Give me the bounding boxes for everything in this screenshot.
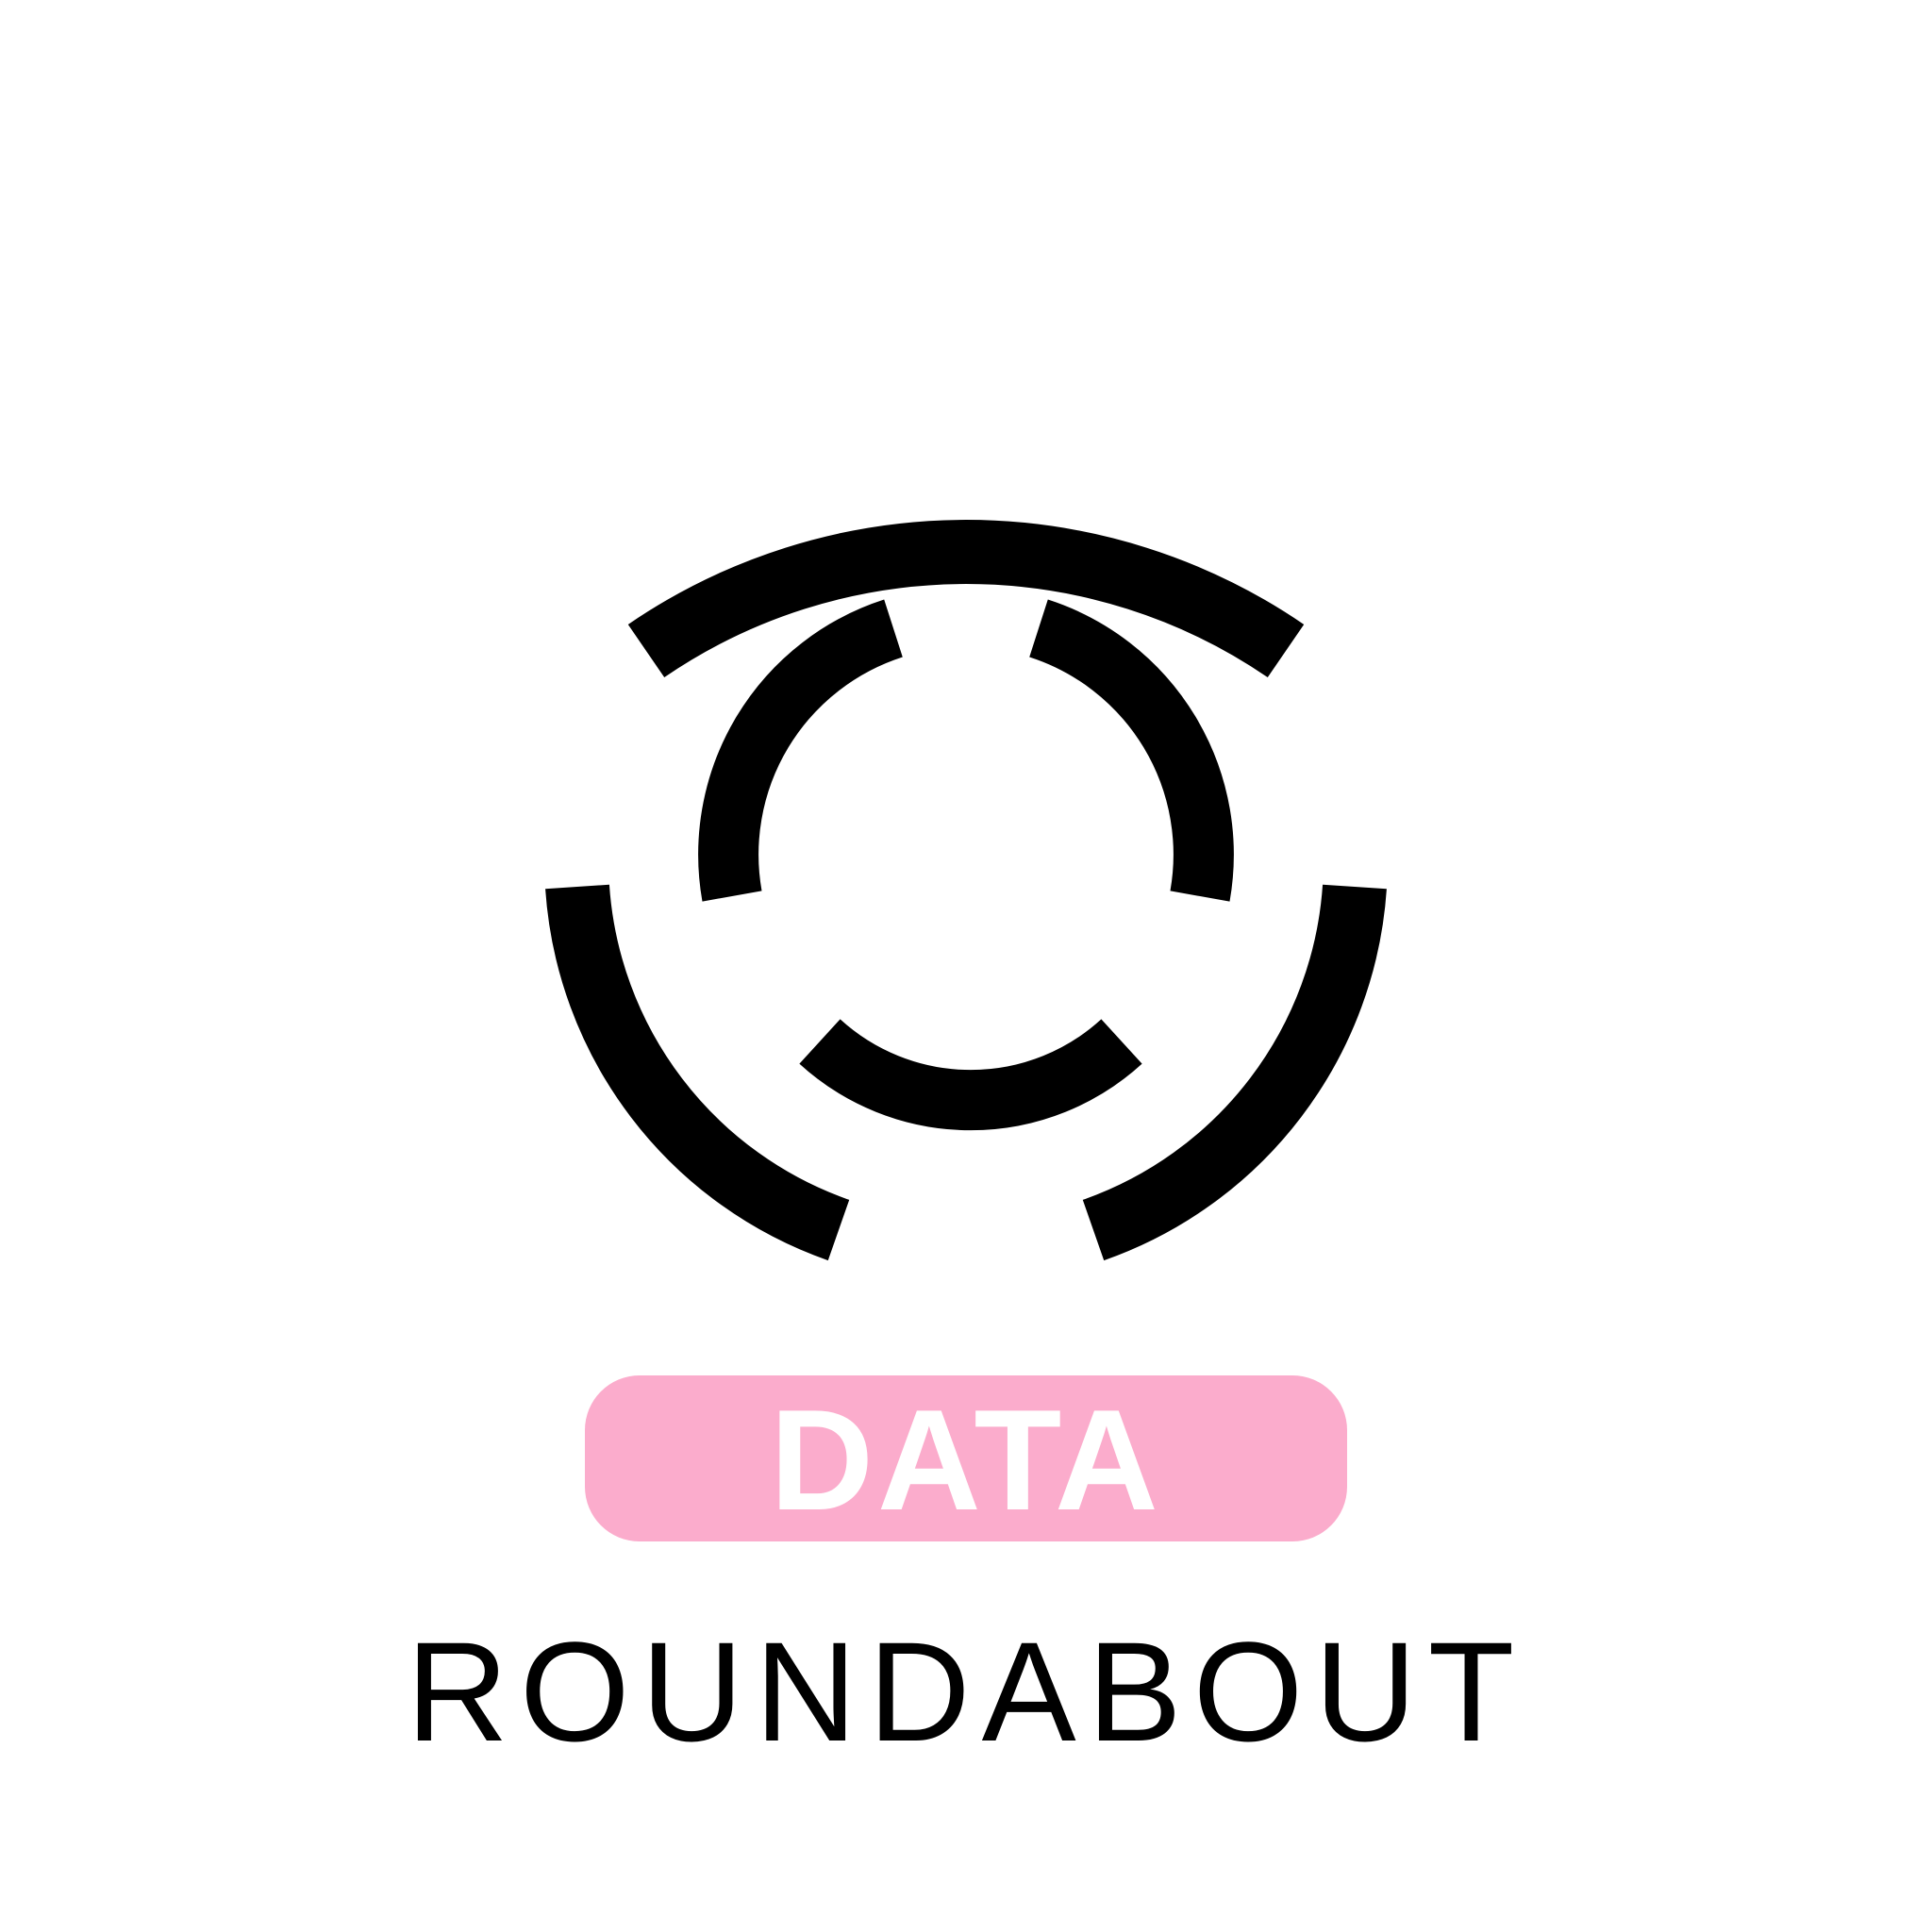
logo-canvas: DATA ROUNDABOUT — [0, 0, 1932, 1932]
outer-arc-bottom-left — [545, 884, 850, 1261]
data-badge: DATA — [585, 1375, 1347, 1541]
inner-arc-left — [698, 599, 904, 902]
badge-label: DATA — [770, 1380, 1162, 1541]
wordmark: ROUNDABOUT — [406, 1612, 1526, 1771]
roundabout-rings-icon — [545, 520, 1387, 1261]
inner-arc-bottom — [799, 1019, 1142, 1131]
inner-arc-right — [1028, 599, 1234, 902]
outer-arc-top — [627, 520, 1305, 678]
